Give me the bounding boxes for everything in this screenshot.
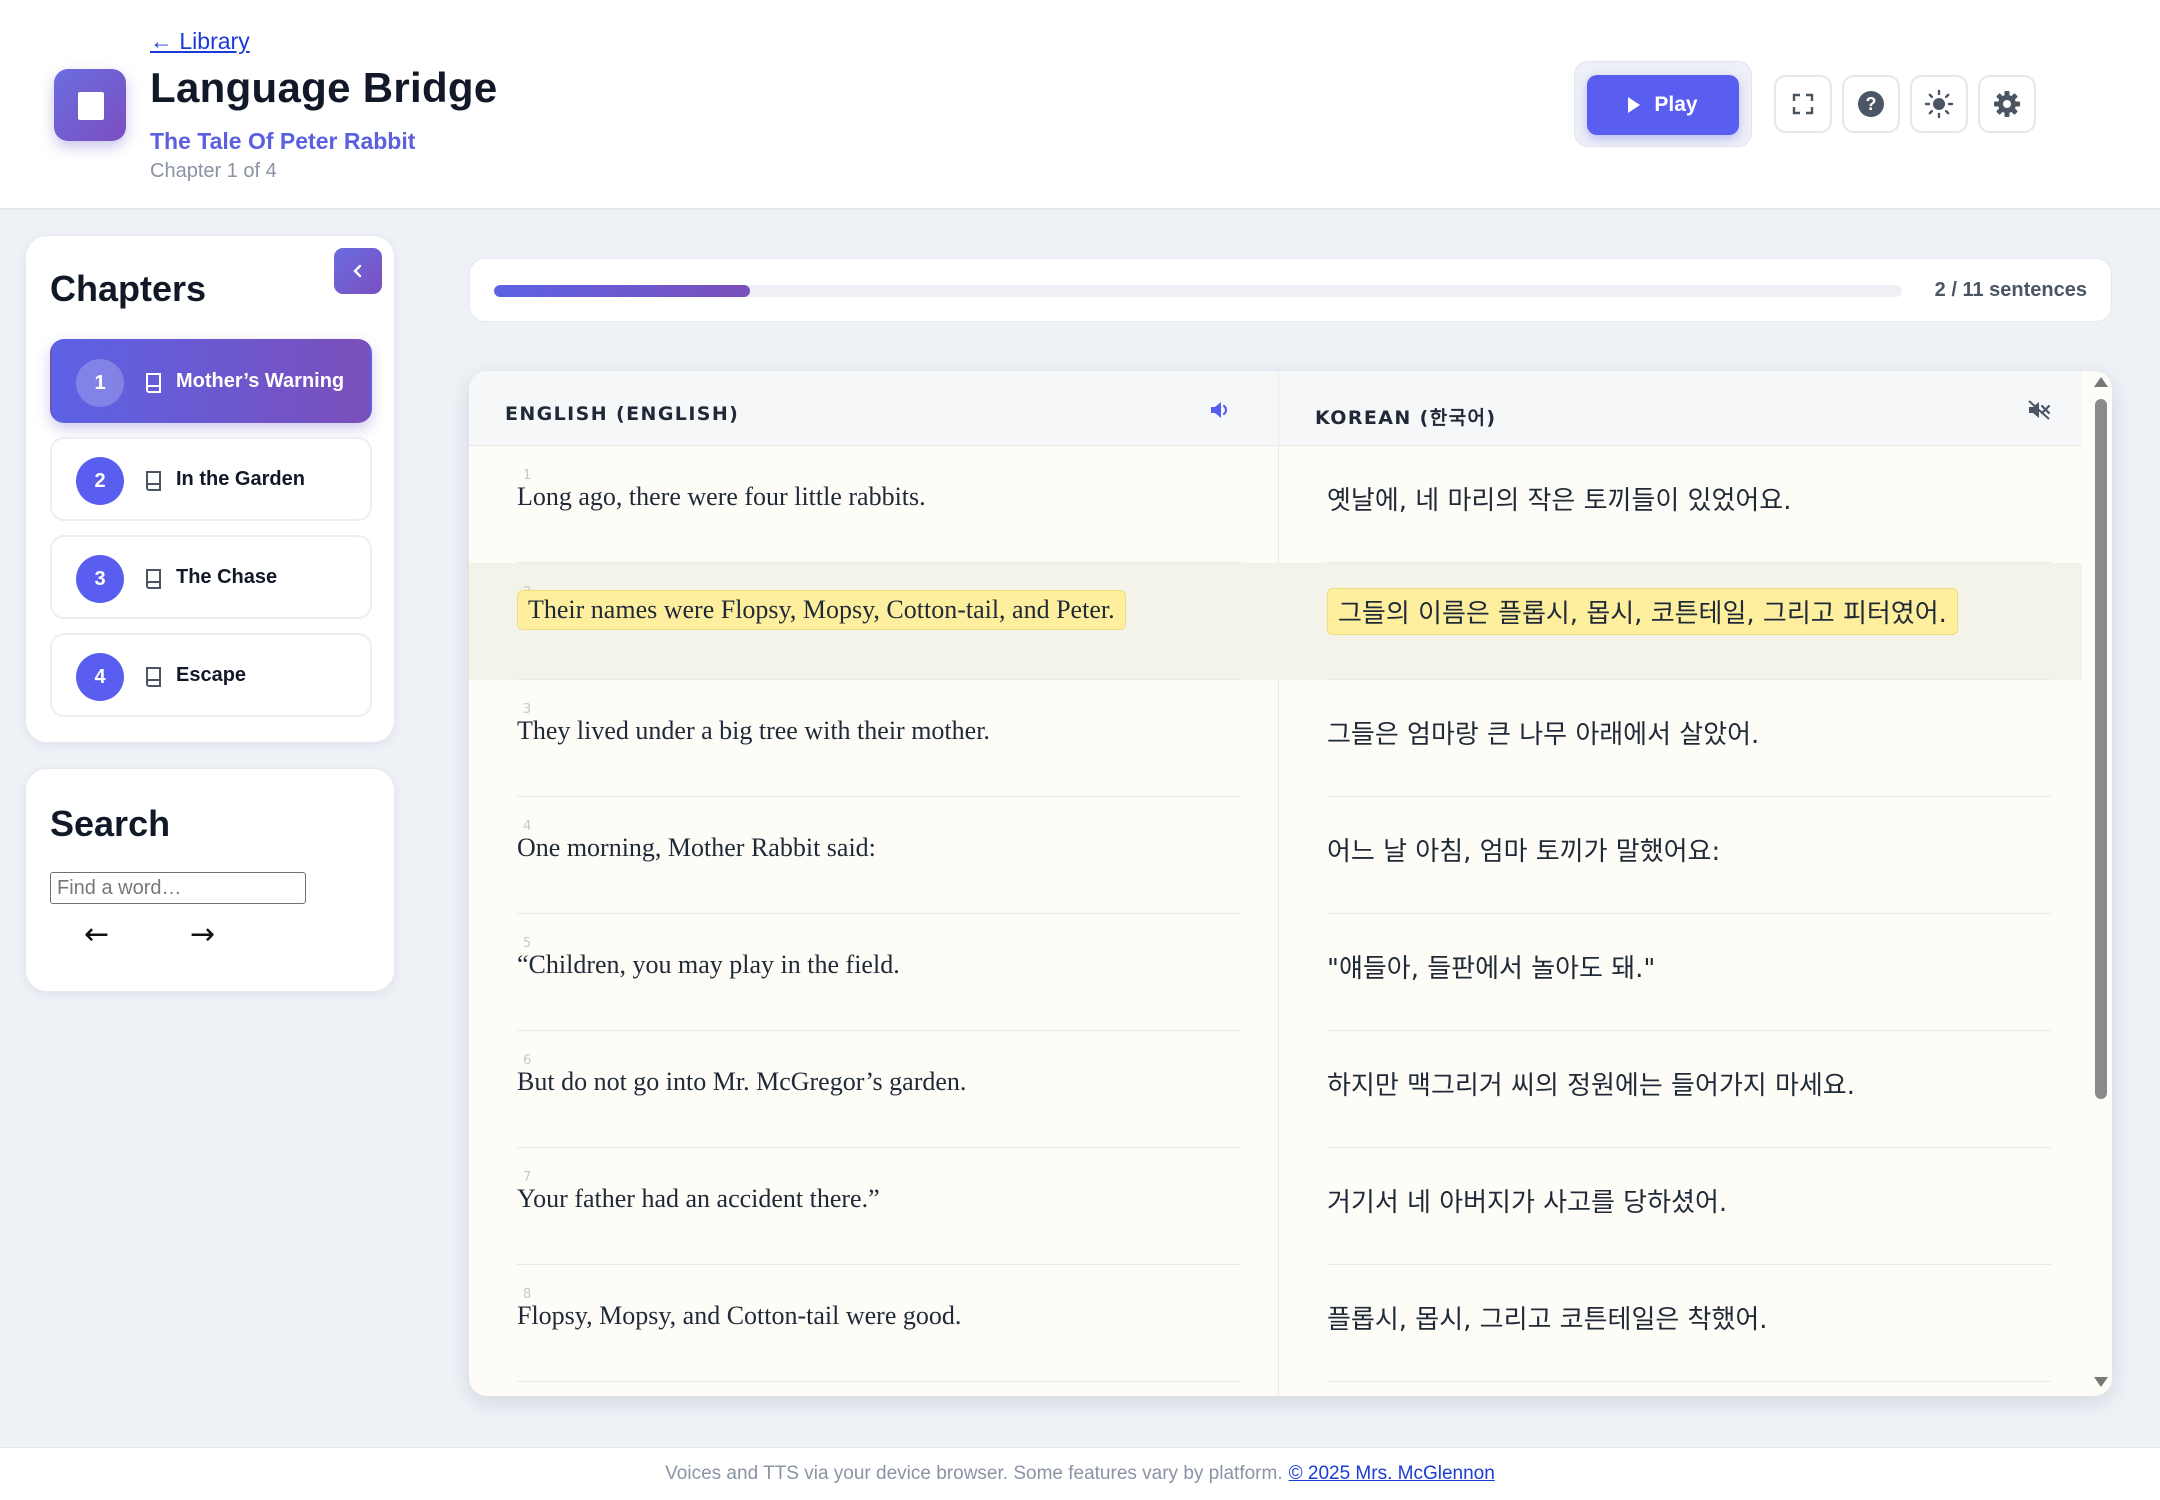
english-sentence: “Children, you may play in the field. bbox=[517, 950, 900, 979]
chapter-label: Mother’s Warning bbox=[176, 370, 345, 392]
chapter-number: 2 bbox=[76, 457, 124, 505]
korean-sentence: 옛날에, 네 마리의 작은 토끼들이 있었어요. bbox=[1327, 486, 1792, 516]
sentence-number: 5 bbox=[523, 936, 532, 951]
sentence-number: 3 bbox=[523, 702, 532, 717]
english-sentence: But do not go into Mr. McGregor’s garden… bbox=[517, 1067, 967, 1096]
chapter-number: 4 bbox=[76, 653, 124, 701]
chapter-item-1[interactable]: 1 Mother’s Warning bbox=[50, 339, 372, 423]
help-icon: ? bbox=[1858, 91, 1884, 117]
chapters-panel: Chapters 1 Mother’s Warning 2 In the Gar… bbox=[25, 235, 395, 743]
korean-sentence: 하지만 맥그리거 씨의 정원에는 들어가지 마세요. bbox=[1327, 1071, 1855, 1101]
korean-sentence: 그들은 엄마랑 큰 나무 아래에서 살았어. bbox=[1327, 720, 1760, 750]
sentence-row[interactable]: 4 One morning, Mother Rabbit said: 어느 날 아… bbox=[469, 797, 2082, 914]
english-sentence: Long ago, there were four little rabbits… bbox=[517, 482, 926, 511]
scroll-up-arrow[interactable] bbox=[2094, 377, 2108, 387]
sentence-row[interactable]: 5 “Children, you may play in the field. "… bbox=[469, 914, 2082, 1031]
progress-text: 2 / 11 sentences bbox=[1934, 279, 2087, 301]
search-panel: Search ← → bbox=[25, 768, 395, 992]
sentence-number: 8 bbox=[523, 1287, 532, 1302]
korean-sentence: "얘들아, 들판에서 놀아도 돼." bbox=[1327, 954, 1656, 984]
footer-text: Voices and TTS via your device browser. … bbox=[665, 1463, 1283, 1484]
sentence-row-active[interactable]: 2Their names were Flopsy, Mopsy, Cotton-… bbox=[469, 563, 2082, 680]
book-icon bbox=[146, 471, 161, 491]
speaker-muted-icon[interactable] bbox=[2027, 399, 2051, 421]
english-sentence: They lived under a big tree with their m… bbox=[517, 716, 990, 745]
korean-sentence-highlighted: 그들의 이름은 플롭시, 몹시, 코튼테일, 그리고 피터였어. bbox=[1327, 588, 1958, 635]
scroll-down-arrow[interactable] bbox=[2094, 1377, 2108, 1387]
scroll-thumb[interactable] bbox=[2095, 399, 2107, 1099]
korean-sentence: 어느 날 아침, 엄마 토끼가 말했어요: bbox=[1327, 837, 1721, 867]
play-button[interactable]: Play bbox=[1587, 75, 1739, 135]
sentence-row[interactable]: 3 They lived under a big tree with their … bbox=[469, 680, 2082, 797]
sentence-row[interactable]: 6 But do not go into Mr. McGregor’s garde… bbox=[469, 1031, 2082, 1148]
play-label: Play bbox=[1654, 93, 1698, 116]
play-controls: Play bbox=[1574, 61, 1752, 147]
book-icon bbox=[146, 667, 161, 687]
korean-sentence: 플롭시, 몹시, 그리고 코튼테일은 착했어. bbox=[1327, 1305, 1768, 1335]
korean-header-label: KOREAN (한국어) bbox=[1315, 407, 1497, 429]
chapter-item-4[interactable]: 4 Escape bbox=[50, 633, 372, 717]
english-header-label: ENGLISH (ENGLISH) bbox=[505, 403, 740, 425]
chapters-title: Chapters bbox=[50, 268, 207, 309]
sentence-number: 7 bbox=[523, 1170, 532, 1185]
sentence-number: 6 bbox=[523, 1053, 532, 1068]
sentence-number: 1 bbox=[523, 468, 532, 483]
app-logo bbox=[54, 69, 126, 141]
english-sentence-highlighted: Their names were Flopsy, Mopsy, Cotton-t… bbox=[517, 590, 1126, 630]
progress-card: 2 / 11 sentences bbox=[469, 258, 2112, 322]
korean-column-header: KOREAN (한국어) bbox=[1279, 371, 2082, 446]
book-icon bbox=[146, 569, 161, 589]
reader-panel: ENGLISH (ENGLISH) KOREAN (한국어) 1 Long ago… bbox=[469, 371, 2112, 1396]
sentence-row[interactable]: 8 Flopsy, Mopsy, and Cotton-tail were goo… bbox=[469, 1265, 2082, 1382]
chapter-number: 1 bbox=[76, 359, 124, 407]
app-title: Language Bridge bbox=[150, 64, 498, 111]
search-title: Search bbox=[50, 803, 171, 844]
english-sentence: One morning, Mother Rabbit said: bbox=[517, 833, 876, 862]
fullscreen-icon bbox=[1792, 93, 1814, 115]
speaker-icon[interactable] bbox=[1209, 399, 1233, 421]
chevron-left-icon bbox=[353, 264, 362, 278]
collapse-sidebar-button[interactable] bbox=[334, 248, 382, 294]
chapter-label: The Chase bbox=[176, 566, 278, 588]
chapter-item-2[interactable]: 2 In the Garden bbox=[50, 437, 372, 521]
english-column-header: ENGLISH (ENGLISH) bbox=[469, 371, 1278, 446]
svg-text:?: ? bbox=[1866, 94, 1877, 114]
book-title: The Tale Of Peter Rabbit bbox=[150, 128, 416, 154]
progress-bar bbox=[494, 285, 1902, 297]
app-header: ← Library Language Bridge The Tale Of Pe… bbox=[0, 0, 2160, 210]
sentence-number: 4 bbox=[523, 819, 532, 834]
search-prev-button[interactable]: ← bbox=[84, 917, 109, 952]
chapter-count: Chapter 1 of 4 bbox=[150, 160, 277, 182]
search-input[interactable] bbox=[50, 872, 306, 904]
progress-fill bbox=[494, 285, 751, 297]
help-button[interactable]: ? bbox=[1842, 75, 1900, 133]
sun-icon bbox=[1924, 89, 1954, 119]
settings-button[interactable] bbox=[1978, 75, 2036, 133]
search-next-button[interactable]: → bbox=[190, 917, 215, 952]
gear-icon bbox=[1994, 91, 2020, 117]
book-icon bbox=[146, 373, 161, 393]
theme-toggle-button[interactable] bbox=[1910, 75, 1968, 133]
sentence-row[interactable]: 1 Long ago, there were four little rabbit… bbox=[469, 446, 2082, 563]
sentence-row[interactable]: 7 Your father had an accident there.” 거기서… bbox=[469, 1148, 2082, 1265]
play-icon bbox=[1628, 97, 1641, 113]
korean-sentence: 거기서 네 아버지가 사고를 당하셨어. bbox=[1327, 1188, 1728, 1218]
footer-copyright-link[interactable]: © 2025 Mrs. McGlennon bbox=[1289, 1463, 1495, 1485]
chapter-label: In the Garden bbox=[176, 468, 305, 490]
fullscreen-button[interactable] bbox=[1774, 75, 1832, 133]
back-to-library-link[interactable]: ← Library bbox=[150, 28, 250, 55]
chapter-item-3[interactable]: 3 The Chase bbox=[50, 535, 372, 619]
page-footer: Voices and TTS via your device browser. … bbox=[0, 1447, 2160, 1500]
reader-scrollbar[interactable] bbox=[2090, 371, 2112, 1396]
chapter-number: 3 bbox=[76, 555, 124, 603]
english-sentence: Your father had an accident there.” bbox=[517, 1184, 880, 1213]
chapter-label: Escape bbox=[176, 664, 247, 686]
english-sentence: Flopsy, Mopsy, and Cotton-tail were good… bbox=[517, 1301, 962, 1330]
